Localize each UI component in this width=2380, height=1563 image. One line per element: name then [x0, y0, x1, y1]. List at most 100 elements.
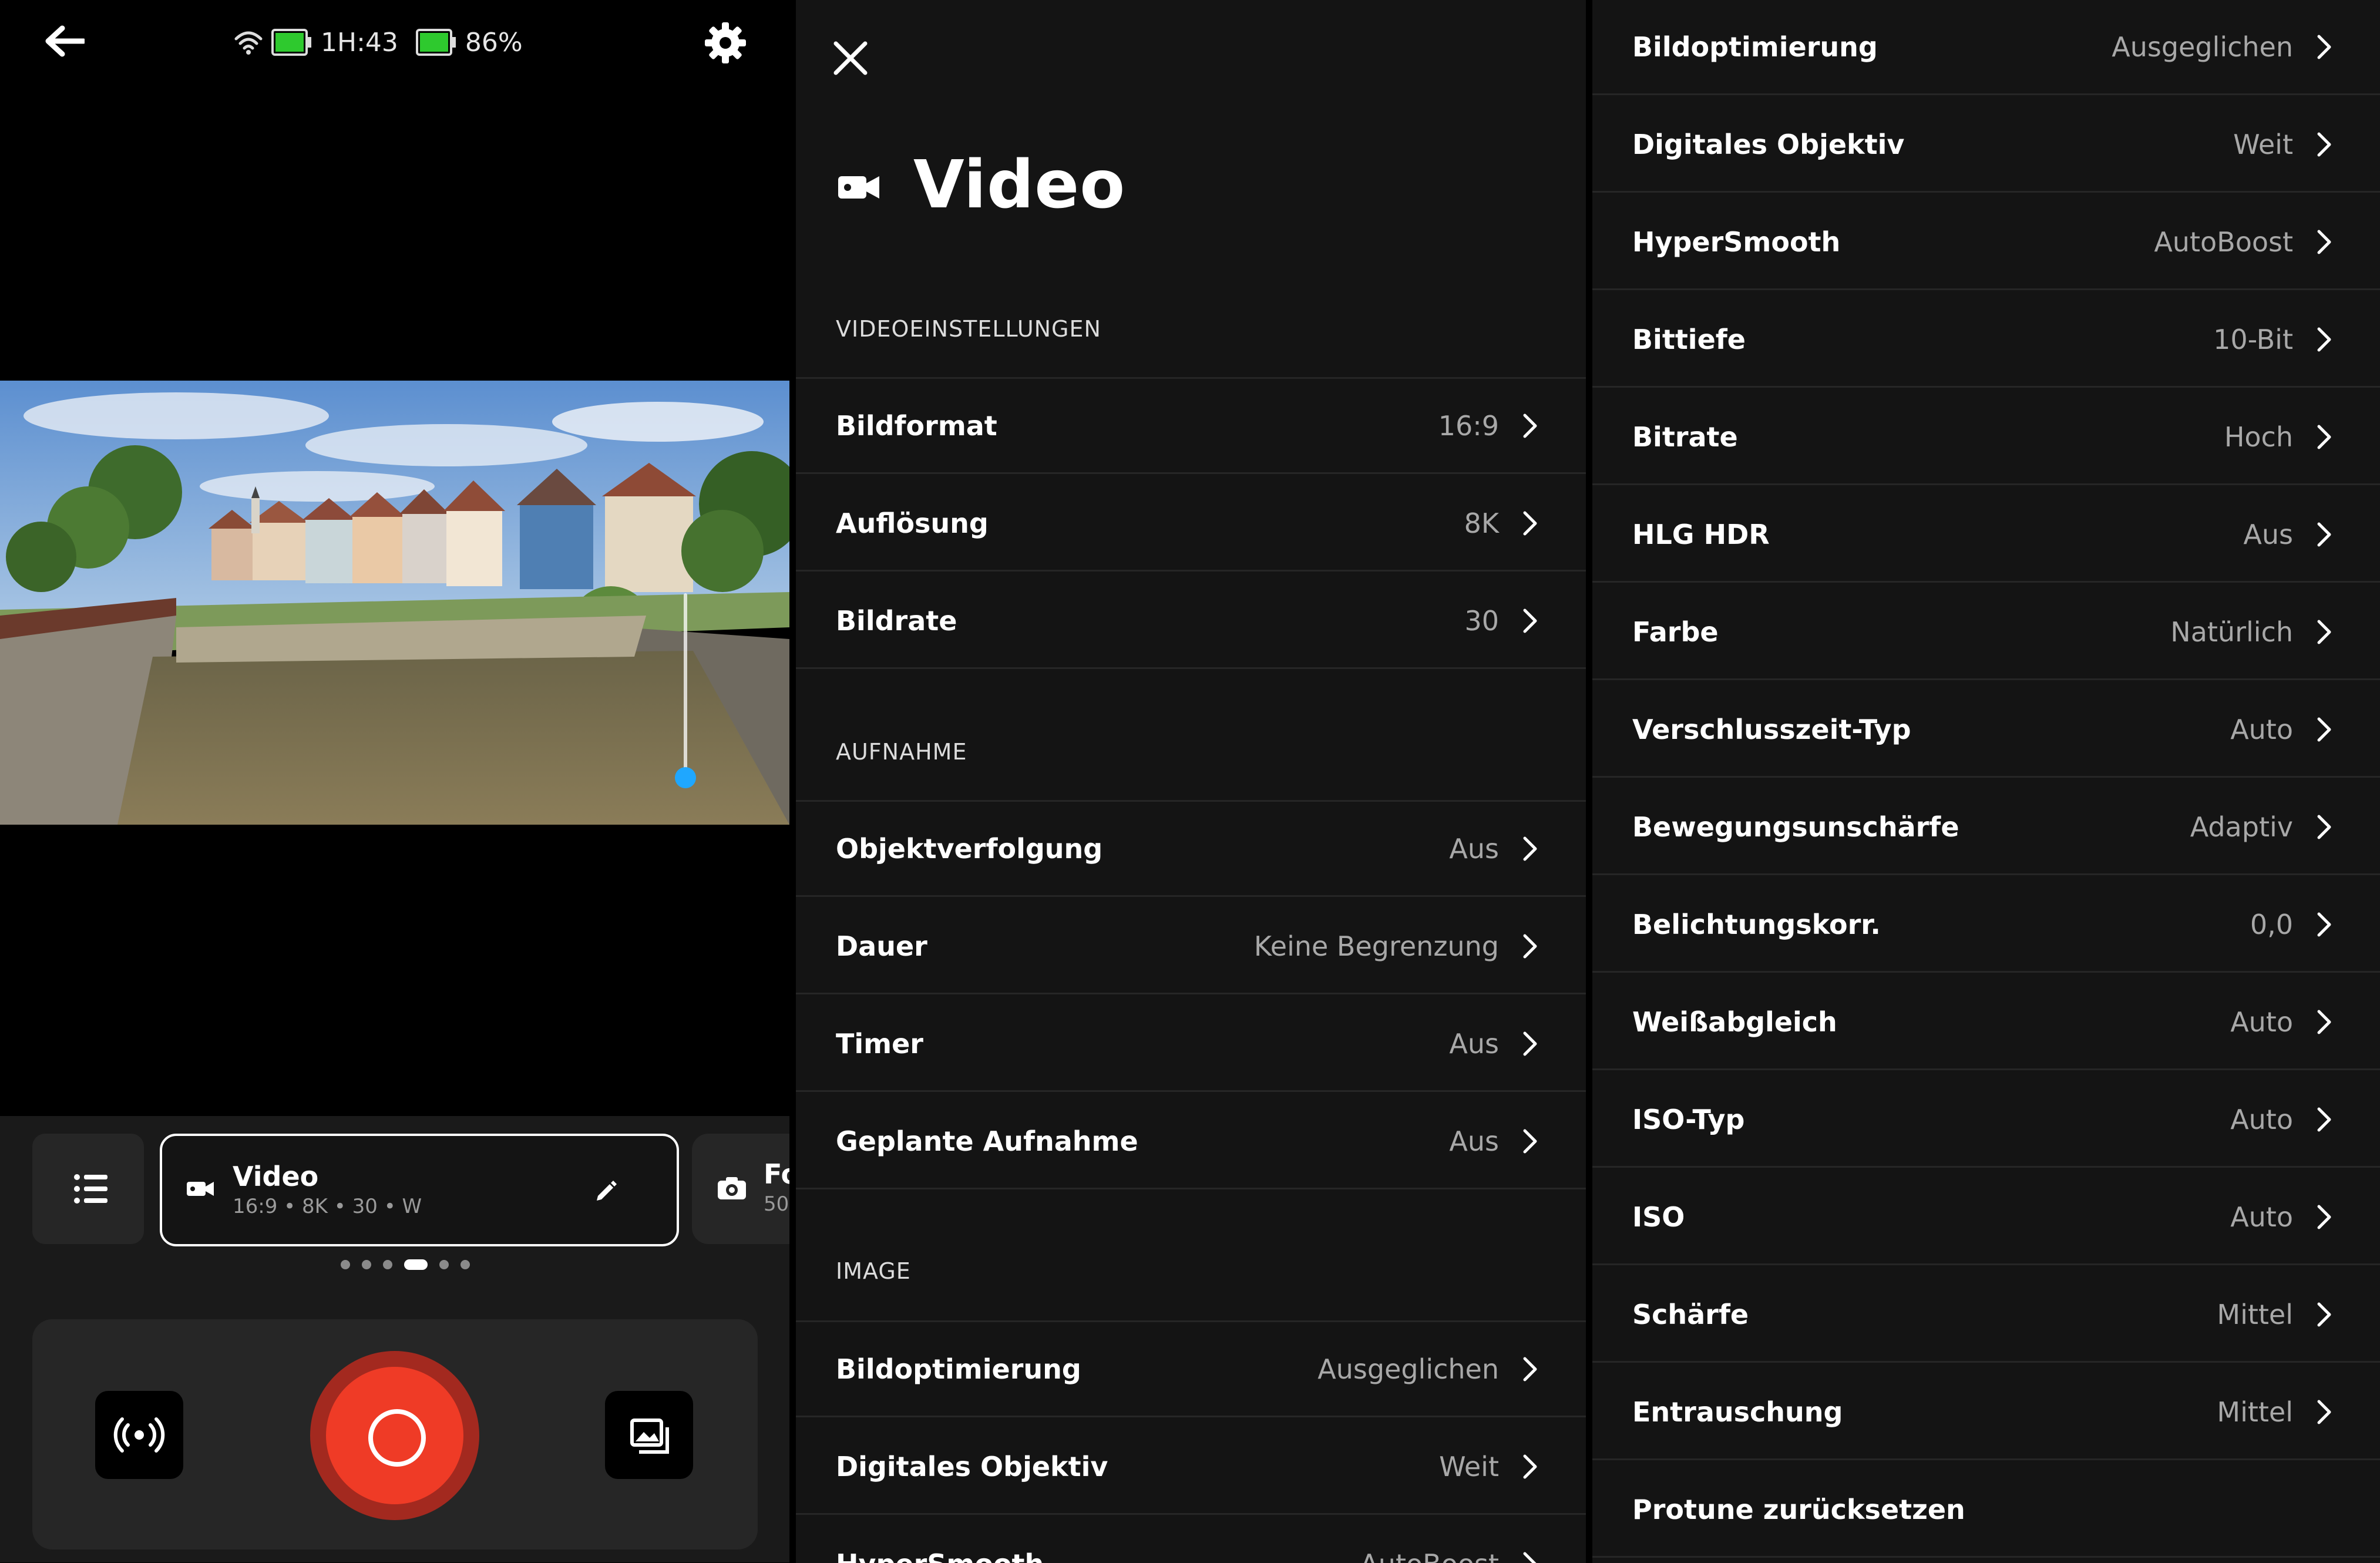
section-header-image: IMAGE — [836, 1258, 911, 1284]
setting-label: Verschlusszeit-Typ — [1632, 713, 1911, 745]
setting-row-belichtungskorrektur[interactable]: Belichtungskorr. 0,0 — [1592, 878, 2380, 973]
setting-value: Ausgeglichen — [1317, 1353, 1499, 1385]
setting-row-bittiefe[interactable]: Bittiefe 10-Bit — [1592, 293, 2380, 388]
chevron-right-icon — [2317, 815, 2331, 839]
photo-camera-icon — [718, 1177, 746, 1199]
mode-title: Video — [233, 1161, 319, 1192]
setting-row-bewegungsunschaerfe[interactable]: Bewegungsunschärfe Adaptiv — [1592, 780, 2380, 875]
next-mode-title: Fo — [764, 1158, 789, 1190]
setting-row-timer[interactable]: Timer Aus — [796, 997, 1586, 1092]
setting-row-entrauschung[interactable]: Entrauschung Mittel — [1592, 1365, 2380, 1460]
chevron-right-icon — [2317, 35, 2331, 59]
setting-value: Aus — [1449, 1027, 1499, 1060]
setting-value: Auto — [2230, 713, 2293, 745]
setting-label: Bildoptimierung — [1632, 31, 1878, 63]
chevron-right-icon — [1523, 1454, 1537, 1478]
media-gallery-button[interactable] — [605, 1391, 693, 1479]
sd-battery-icon — [271, 29, 311, 56]
setting-row-bildoptimierung[interactable]: Bildoptimierung Ausgeglichen — [796, 1322, 1586, 1417]
camera-preview[interactable] — [0, 381, 789, 825]
setting-row-bildrate[interactable]: Bildrate 30 — [796, 574, 1586, 669]
video-settings-panel: Video VIDEOEINSTELLUNGEN Bildformat 16:9… — [796, 0, 1586, 1563]
setting-label: Digitales Objektiv — [836, 1450, 1108, 1483]
setting-value: Hoch — [2224, 421, 2293, 453]
chevron-right-icon — [1523, 1357, 1537, 1381]
chevron-right-icon — [2317, 1205, 2331, 1229]
page-dot — [383, 1260, 392, 1269]
live-stream-button[interactable] — [95, 1391, 183, 1479]
chevron-right-icon — [1523, 1031, 1537, 1056]
list-icon — [74, 1174, 107, 1204]
setting-label: Bildoptimierung — [836, 1353, 1081, 1385]
preview-scene — [0, 381, 789, 825]
setting-label: Geplante Aufnahme — [836, 1125, 1138, 1157]
setting-value: Natürlich — [2170, 616, 2293, 648]
setting-row-verschlusszeit-typ[interactable]: Verschlusszeit-Typ Auto — [1592, 683, 2380, 778]
shutter-inner — [326, 1367, 463, 1504]
chevron-right-icon — [2317, 327, 2331, 351]
gear-icon[interactable] — [702, 20, 748, 66]
setting-value: 8K — [1464, 507, 1499, 539]
chevron-right-icon — [1523, 1129, 1537, 1153]
setting-value: Mittel — [2217, 1298, 2293, 1330]
page-dot — [439, 1260, 449, 1269]
setting-value: 0,0 — [2250, 908, 2293, 940]
setting-row-dauer[interactable]: Dauer Keine Begrenzung — [796, 899, 1586, 994]
setting-value: Auto — [2230, 1103, 2293, 1135]
setting-label: HyperSmooth — [1632, 226, 1841, 258]
video-camera-icon — [187, 1182, 214, 1196]
setting-value: 30 — [1464, 604, 1499, 637]
setting-label: Bitrate — [1632, 421, 1738, 453]
chevron-right-icon — [1523, 414, 1537, 438]
setting-row-bildformat[interactable]: Bildformat 16:9 — [796, 379, 1586, 474]
shutter-button[interactable] — [310, 1351, 479, 1520]
edit-icon[interactable] — [593, 1177, 619, 1203]
setting-value: Auto — [2230, 1006, 2293, 1038]
chevron-right-icon — [1523, 511, 1537, 535]
chevron-right-icon — [2317, 1107, 2331, 1131]
protune-reset-button[interactable]: Protune zurücksetzen — [1592, 1463, 2380, 1558]
setting-row-digitales-objektiv[interactable]: Digitales Objektiv Weit — [1592, 98, 2380, 193]
setting-value: AutoBoost — [1360, 1548, 1499, 1563]
setting-row-schaerfe[interactable]: Schärfe Mittel — [1592, 1268, 2380, 1363]
chevron-right-icon — [2317, 1302, 2331, 1326]
setting-row-iso[interactable]: ISO Auto — [1592, 1170, 2380, 1265]
setting-row-digitales-objektiv[interactable]: Digitales Objektiv Weit — [796, 1420, 1586, 1515]
setting-row-bitrate[interactable]: Bitrate Hoch — [1592, 390, 2380, 485]
next-mode-card[interactable]: Fo 50 — [692, 1134, 789, 1244]
page-dot — [341, 1260, 350, 1269]
current-mode-card[interactable]: Video 16:9 • 8K • 30 • W — [160, 1134, 679, 1246]
setting-row-weissabgleich[interactable]: Weißabgleich Auto — [1592, 975, 2380, 1070]
page-dot — [362, 1260, 371, 1269]
chevron-right-icon — [2317, 620, 2331, 644]
setting-label: ISO-Typ — [1632, 1103, 1745, 1135]
setting-row-bildoptimierung[interactable]: Bildoptimierung Ausgeglichen — [1592, 0, 2380, 95]
setting-row-objektverfolgung[interactable]: Objektverfolgung Aus — [796, 802, 1586, 897]
setting-label: Belichtungskorr. — [1632, 908, 1881, 940]
page-title: Video — [913, 147, 1126, 223]
back-arrow-icon[interactable] — [42, 22, 85, 60]
mode-list-button[interactable] — [32, 1134, 144, 1244]
page-dot — [460, 1260, 470, 1269]
setting-value: Weit — [1439, 1450, 1499, 1483]
setting-value: Aus — [1449, 1125, 1499, 1157]
setting-row-hypersmooth[interactable]: HyperSmooth AutoBoost — [1592, 195, 2380, 290]
setting-row-iso-typ[interactable]: ISO-Typ Auto — [1592, 1073, 2380, 1168]
chevron-right-icon — [2317, 132, 2331, 156]
close-icon[interactable] — [832, 40, 869, 76]
setting-label: Weißabgleich — [1632, 1006, 1837, 1038]
setting-row-farbe[interactable]: Farbe Natürlich — [1592, 585, 2380, 680]
zoom-handle[interactable] — [675, 767, 696, 789]
setting-label: Auflösung — [836, 507, 989, 539]
setting-row-aufloesung[interactable]: Auflösung 8K — [796, 476, 1586, 572]
zoom-track[interactable] — [684, 593, 687, 784]
setting-label: Dauer — [836, 930, 927, 962]
chevron-right-icon — [2317, 1010, 2331, 1034]
setting-value: Adaptiv — [2190, 811, 2293, 843]
setting-row-geplante-aufnahme[interactable]: Geplante Aufnahme Aus — [796, 1094, 1586, 1189]
setting-label: HLG HDR — [1632, 518, 1770, 550]
setting-row-hlg-hdr[interactable]: HLG HDR Aus — [1592, 488, 2380, 583]
broadcast-icon — [113, 1417, 165, 1453]
setting-row-hypersmooth[interactable]: HyperSmooth AutoBoost — [796, 1517, 1586, 1563]
camera-panel: 1H:43 86% Video 16:9 • 8K • 30 • W F 50 — [0, 0, 789, 1563]
